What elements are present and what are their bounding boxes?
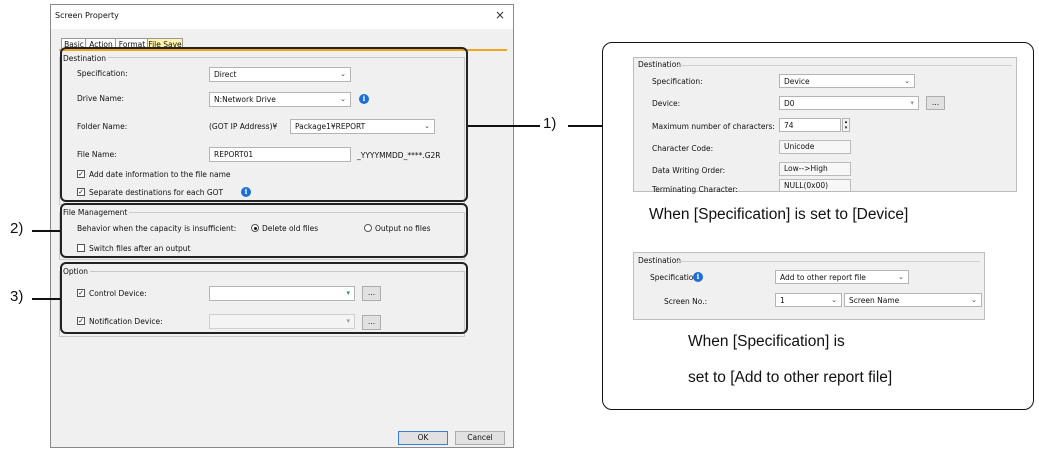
annotation-label-2: 2) xyxy=(10,220,24,237)
report-destination-panel: Destination Specification: i Add to othe… xyxy=(633,252,985,320)
highlight-box-2 xyxy=(60,203,468,258)
charcode-label: Character Code: xyxy=(652,144,714,153)
info-icon[interactable]: i xyxy=(693,272,703,282)
screen-no-label: Screen No.: xyxy=(664,297,708,306)
device-combo[interactable]: D0 ▾ xyxy=(779,96,919,110)
leader-line-2 xyxy=(32,230,60,232)
maxchars-spin-input[interactable]: 74 xyxy=(779,118,841,132)
order-label: Data Writing Order: xyxy=(652,166,726,175)
screen-name-value: Screen Name xyxy=(849,296,900,305)
device-caption: When [Specification] is set to [Device] xyxy=(649,206,909,223)
device-destination-panel: Destination Specification: Device ⌄ Devi… xyxy=(633,57,1017,194)
order-value: Low-->High xyxy=(779,162,851,176)
maxchars-value: 74 xyxy=(784,121,794,130)
device-specification-value: Device xyxy=(784,77,810,86)
highlight-box-1 xyxy=(60,47,468,202)
terminating-value: NULL(0x00) xyxy=(779,179,851,192)
annotation-label-1: 1) xyxy=(543,115,557,132)
heading-rule xyxy=(676,65,1012,66)
spin-buttons-icon[interactable]: ▴ ▾ xyxy=(842,118,850,132)
report-specification-combo[interactable]: Add to other report file ⌄ xyxy=(775,270,909,284)
device-browse-button[interactable]: ... xyxy=(926,96,945,110)
chevron-down-icon: ⌄ xyxy=(898,273,904,281)
device-panel-heading: Destination xyxy=(638,60,682,69)
device-value: D0 xyxy=(784,99,795,108)
screen-no-combo[interactable]: 1 ⌄ xyxy=(775,293,842,307)
device-specification-combo[interactable]: Device ⌄ xyxy=(779,74,915,88)
annotation-label-3: 3) xyxy=(10,288,24,305)
dialog-title: Screen Property xyxy=(55,11,119,20)
chevron-down-icon: ⌄ xyxy=(831,296,837,304)
maxchars-label: Maximum number of characters: xyxy=(652,122,775,131)
title-bar: Screen Property × xyxy=(51,5,513,29)
report-specification-value: Add to other report file xyxy=(780,273,866,282)
ok-button[interactable]: OK xyxy=(398,431,448,445)
charcode-value: Unicode xyxy=(779,140,851,154)
device-label: Device: xyxy=(652,99,681,108)
report-caption-line2: set to [Add to other report file] xyxy=(688,369,893,386)
chevron-down-icon: ⌄ xyxy=(904,77,910,85)
leader-line-1 xyxy=(468,125,540,127)
screen-no-value: 1 xyxy=(780,296,785,305)
leader-line-1-callout xyxy=(568,125,602,127)
terminating-label: Terminating Character: xyxy=(652,185,738,194)
highlight-box-3 xyxy=(60,262,468,334)
heading-rule xyxy=(676,261,980,262)
report-panel-heading: Destination xyxy=(638,256,682,265)
cancel-button[interactable]: Cancel xyxy=(455,431,505,445)
screen-name-combo[interactable]: Screen Name ⌄ xyxy=(844,293,982,307)
chevron-down-icon: ⌄ xyxy=(971,296,977,304)
device-specification-label: Specification: xyxy=(652,77,703,86)
report-caption-line1: When [Specification] is xyxy=(688,333,845,350)
dropdown-arrow-icon: ▾ xyxy=(910,99,914,107)
leader-line-3 xyxy=(32,298,60,300)
close-icon[interactable]: × xyxy=(495,8,505,22)
